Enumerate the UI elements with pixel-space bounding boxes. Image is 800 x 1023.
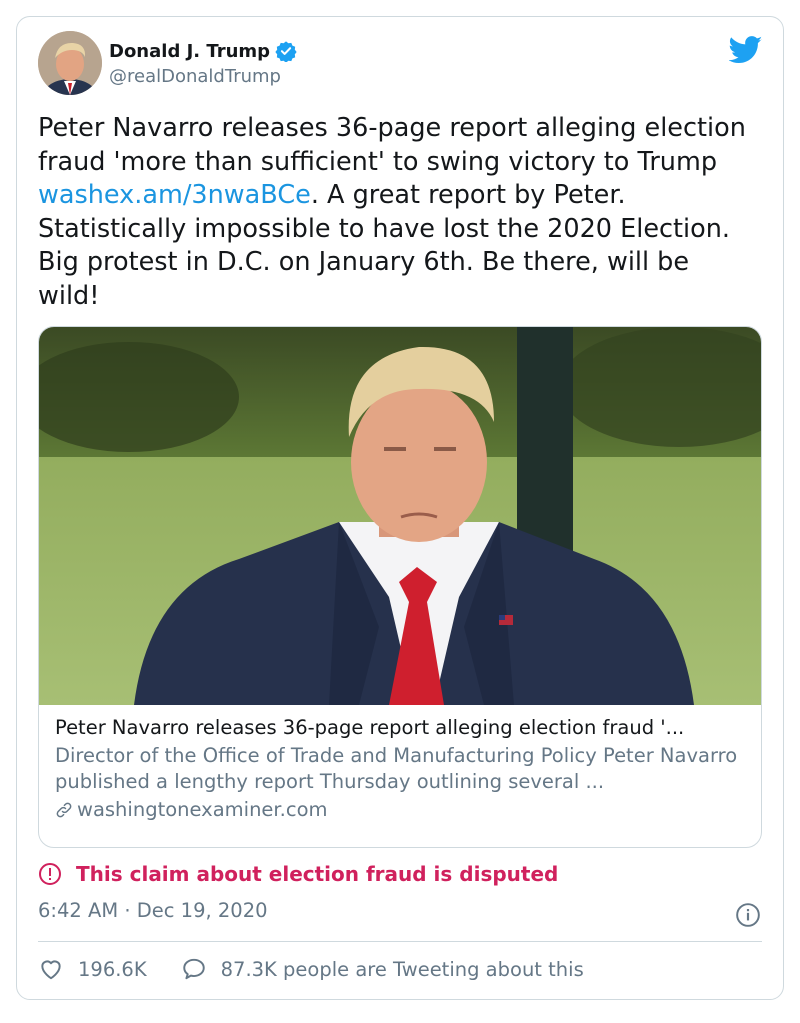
author-name-text: Donald J. Trump	[109, 40, 271, 62]
tweet-text: Peter Navarro releases 36-page report al…	[38, 112, 758, 313]
engagement-bar: 196.6K 87.3K people are Tweeting about t…	[38, 956, 584, 982]
link-card-title: Peter Navarro releases 36-page report al…	[55, 716, 685, 739]
tweet-card: Donald J. Trump @realDonaldTrump Peter N…	[16, 16, 784, 1000]
author-name[interactable]: Donald J. Trump	[109, 40, 297, 62]
avatar[interactable]	[38, 31, 102, 95]
chain-link-icon	[56, 802, 72, 818]
author-handle[interactable]: @realDonaldTrump	[109, 66, 281, 87]
avatar-portrait-icon	[38, 31, 102, 95]
link-card-domain-text: washingtonexaminer.com	[77, 798, 328, 821]
link-preview-card[interactable]: Peter Navarro releases 36-page report al…	[38, 326, 762, 848]
link-card-description: Director of the Office of Trade and Manu…	[55, 744, 738, 793]
like-button[interactable]: 196.6K	[38, 956, 147, 982]
disputed-claim-text: This claim about election fraud is dispu…	[76, 862, 559, 886]
twitter-bird-icon[interactable]	[729, 36, 763, 64]
speech-bubble-icon	[182, 958, 205, 980]
link-preview-image	[39, 327, 761, 705]
like-count: 196.6K	[78, 957, 147, 981]
tweeting-about-link[interactable]: 87.3K people are Tweeting about this	[181, 956, 584, 982]
tweet-text-part-1: Peter Navarro releases 36-page report al…	[38, 113, 746, 177]
info-icon[interactable]	[735, 902, 761, 928]
tweeting-about-text: 87.3K people are Tweeting about this	[220, 957, 584, 981]
disputed-claim-label[interactable]: This claim about election fraud is dispu…	[38, 862, 558, 886]
exclamation-circle-icon	[39, 863, 61, 885]
heart-icon	[41, 960, 61, 980]
link-card-domain: washingtonexaminer.com	[55, 797, 745, 823]
link-card-text: Peter Navarro releases 36-page report al…	[55, 715, 745, 823]
verified-badge-icon	[275, 41, 297, 62]
tweet-link[interactable]: washex.am/3nwaBCe	[38, 180, 311, 210]
divider	[38, 941, 762, 942]
tweet-timestamp[interactable]: 6:42 AM · Dec 19, 2020	[38, 899, 268, 922]
